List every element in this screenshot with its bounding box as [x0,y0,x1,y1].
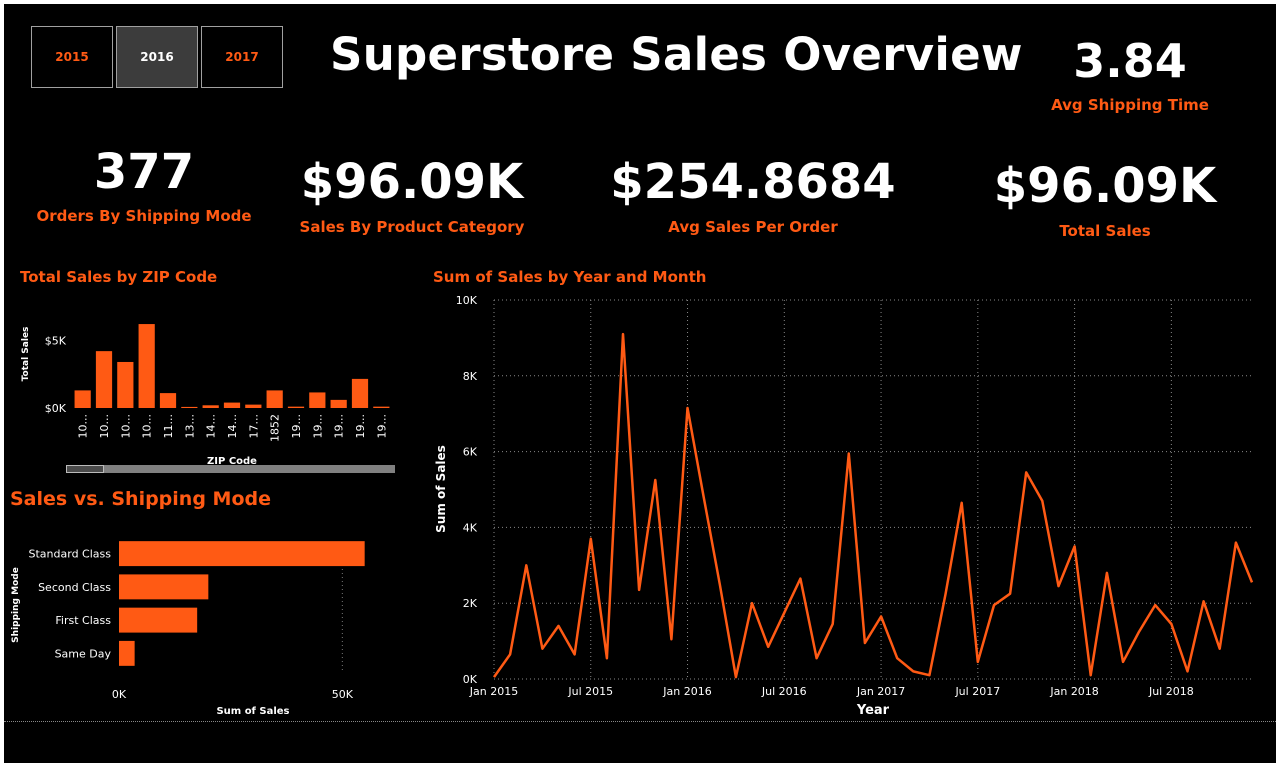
zip-bar [95,351,113,408]
zip-chart: $0K $5K 10... 10... 10... 10... 11... 13... 14..… [21,324,390,467]
zip-bar [74,390,91,408]
zip-x-tick: 19... [290,414,303,439]
zip-bar [181,406,198,408]
avg-shipping-label: Avg Shipping Time [1051,96,1209,114]
zip-x-tick: 10... [98,414,111,439]
zip-y-tick: $0K [45,402,67,415]
monthly-x-tick: Jan 2018 [1049,685,1098,698]
zip-bar [266,390,283,408]
ship-x-tick: 50K [332,688,354,701]
zip-y-axis-title: Total Sales [21,327,31,382]
zip-bar [159,393,177,408]
zip-x-tick: 19... [375,414,388,439]
monthly-y-tick: 10K [456,294,478,307]
monthly-x-tick: Jul 2018 [1148,685,1194,698]
ship-y-tick: First Class [55,614,111,627]
monthly-chart-title: Sum of Sales by Year and Month [433,268,707,286]
zip-x-tick: 17... [247,414,260,439]
avg-shipping-value: 3.84 [1073,34,1187,88]
ship-y-tick: Same Day [55,647,112,660]
zip-bar [245,404,262,408]
ship-y-tick: Second Class [38,581,111,594]
avg-sales-label: Avg Sales Per Order [668,218,838,236]
divider [4,721,1276,722]
monthly-x-tick: Jan 2017 [856,685,905,698]
zip-x-tick: 10... [119,414,132,439]
zip-x-tick: 19... [311,414,324,439]
zip-x-tick: 13... [183,414,196,439]
monthly-y-axis-title: Sum of Sales [434,445,448,533]
monthly-y-tick: 8K [463,370,478,383]
ship-x-axis-title: Sum of Sales [216,706,289,717]
monthly-x-tick: Jul 2015 [567,685,613,698]
zip-x-tick: 1852 [269,414,282,442]
year-2017-button[interactable]: 2017 [201,26,283,88]
year-2015-button[interactable]: 2015 [31,26,113,88]
zip-y-tick: $5K [45,334,67,347]
zip-x-tick: 11... [162,414,175,439]
monthly-series-line [492,332,1254,679]
zip-x-tick: 19... [354,414,367,439]
zip-bar [351,378,369,408]
sales-category-value: $96.09K [300,154,524,210]
zip-scrollbar-thumb[interactable] [66,465,104,473]
ship-bar [119,607,198,633]
avg-sales-value: $254.8684 [610,154,896,210]
monthly-y-tick: 2K [463,597,478,610]
zip-x-tick: 14... [226,414,239,439]
ship-chart: 0K 50K Standard Class Second Class First Cla… [11,541,365,717]
sales-category-label: Sales By Product Category [299,218,525,236]
monthly-x-tick: Jul 2016 [761,685,807,698]
zip-bar [309,392,326,408]
monthly-x-tick: Jan 2015 [469,685,518,698]
ship-chart-title: Sales vs. Shipping Mode [10,488,271,510]
zip-chart-title: Total Sales by ZIP Code [20,268,218,286]
ship-y-axis-title: Shipping Mode [11,567,21,643]
monthly-x-axis-title: Year [856,703,890,718]
ship-bar [119,574,209,600]
zip-bar [202,405,219,408]
zip-x-tick: 19... [333,414,346,439]
orders-value: 377 [93,144,195,200]
zip-x-tick: 14... [205,414,218,439]
monthly-x-tick: Jan 2016 [662,685,711,698]
monthly-chart: 0K2K4K6K8K10KJan 2015 Jul 2015 Jan 2016 Jul… [434,294,1254,718]
zip-bar [138,324,155,408]
ship-bar [119,640,135,666]
page-title: Superstore Sales Overview [330,28,1023,81]
total-sales-value: $96.09K [993,158,1217,214]
zip-x-tick: 10... [141,414,154,439]
monthly-y-tick: 4K [463,521,478,534]
total-sales-label: Total Sales [1059,222,1151,240]
zip-bar [117,361,134,408]
zip-bar [330,399,347,408]
year-2016-button[interactable]: 2016 [116,26,198,88]
ship-bar [119,541,365,567]
zip-x-tick: 10... [77,414,90,439]
monthly-x-tick: Jul 2017 [954,685,1000,698]
zip-bar [223,402,241,408]
monthly-y-tick: 6K [463,446,478,459]
ship-y-tick: Standard Class [29,548,112,561]
zip-bar [287,406,305,408]
zip-bar [373,406,390,408]
zip-scrollbar[interactable] [66,465,395,473]
orders-label: Orders By Shipping Mode [36,207,252,225]
ship-x-tick: 0K [112,688,127,701]
